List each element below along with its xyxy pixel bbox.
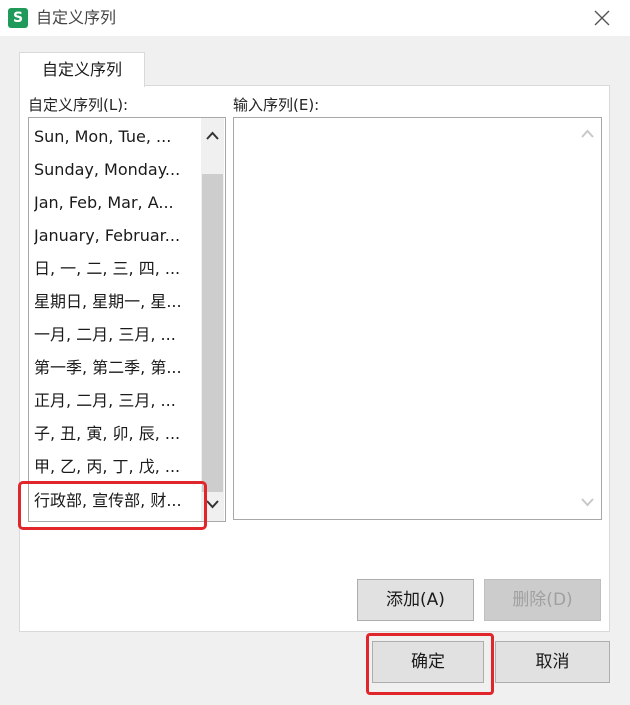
- close-icon: [594, 10, 610, 26]
- list-item[interactable]: January, Februar...: [34, 219, 202, 252]
- list-scrollbar[interactable]: [201, 118, 224, 521]
- close-button[interactable]: [586, 4, 618, 32]
- list-item[interactable]: 第一季, 第二季, 第...: [34, 351, 202, 384]
- chevron-up-icon: [206, 131, 219, 140]
- input-scrollbar[interactable]: [574, 118, 601, 519]
- tab-custom-sequence[interactable]: 自定义序列: [19, 52, 145, 87]
- list-item[interactable]: Sun, Mon, Tue, ...: [34, 120, 202, 153]
- list-item[interactable]: 一月, 二月, 三月, ...: [34, 318, 202, 351]
- list-item[interactable]: 子, 丑, 寅, 卯, 辰, ...: [34, 417, 202, 450]
- list-item[interactable]: 星期日, 星期一, 星...: [34, 285, 202, 318]
- custom-list-label: 自定义序列(L):: [28, 96, 129, 114]
- input-sequence-textarea[interactable]: [233, 117, 602, 520]
- spreadsheet-app-icon: S: [8, 8, 28, 28]
- custom-sequence-list[interactable]: Sun, Mon, Tue, ... Sunday, Monday... Jan…: [28, 117, 226, 522]
- chevron-down-icon: [581, 498, 594, 507]
- tab-label: 自定义序列: [41, 60, 122, 79]
- delete-button[interactable]: 删除(D): [484, 579, 601, 621]
- list-item[interactable]: 甲, 乙, 丙, 丁, 戊, ...: [34, 450, 202, 483]
- dialog-title: 自定义序列: [36, 8, 117, 27]
- list-item[interactable]: 日, 一, 二, 三, 四, ...: [34, 252, 202, 285]
- list-item[interactable]: 正月, 二月, 三月, ...: [34, 384, 202, 417]
- cancel-button[interactable]: 取消: [495, 641, 610, 683]
- scroll-thumb[interactable]: [202, 174, 223, 492]
- custom-sequence-dialog: S 自定义序列 自定义序列 自定义序列(L): 输入序列(E): Sun, Mo…: [0, 0, 630, 705]
- ok-button-highlight: [366, 633, 494, 695]
- add-button[interactable]: 添加(A): [357, 579, 474, 621]
- input-sequence-label: 输入序列(E):: [233, 96, 320, 114]
- scroll-up-button[interactable]: [201, 126, 224, 146]
- app-icon-letter: S: [12, 10, 24, 26]
- title-bar: S 自定义序列: [0, 0, 630, 36]
- list-item[interactable]: Sunday, Monday...: [34, 153, 202, 186]
- selected-item-highlight: [18, 481, 207, 530]
- chevron-up-icon: [581, 129, 594, 138]
- list-item[interactable]: Jan, Feb, Mar, A...: [34, 186, 202, 219]
